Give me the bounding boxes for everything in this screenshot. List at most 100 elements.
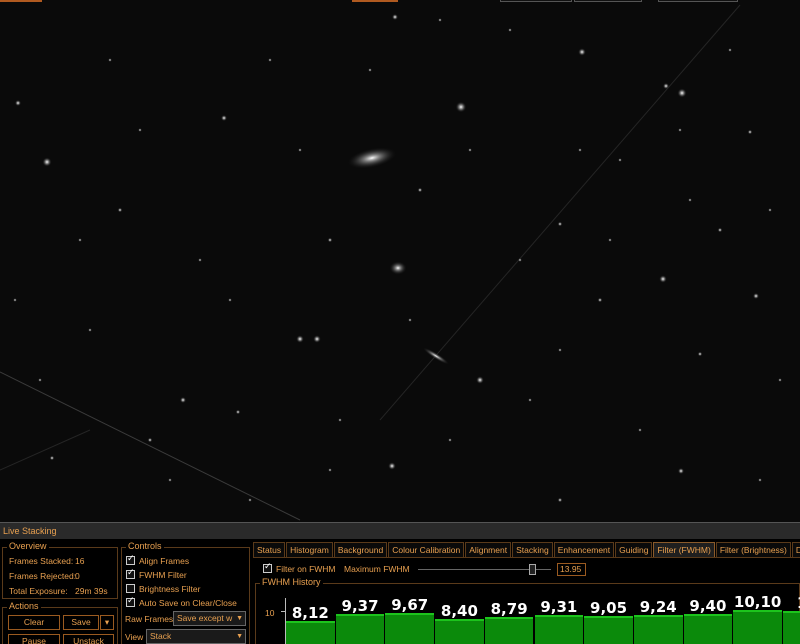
total-exposure-value: 29m 39s — [75, 586, 108, 596]
max-fwhm-slider-thumb[interactable] — [529, 564, 536, 575]
fwhm-filter-label: FWHM Filter — [139, 570, 187, 580]
tab-histogram[interactable]: Histogram — [286, 542, 333, 557]
star — [14, 99, 22, 107]
fwhm-bar — [633, 614, 683, 644]
star — [338, 418, 342, 422]
chevron-down-icon: ▼ — [236, 633, 243, 640]
star — [662, 82, 670, 90]
star — [558, 348, 562, 352]
star — [417, 187, 423, 193]
fwhm-bar-label: 8,79 — [490, 600, 528, 619]
star — [597, 297, 603, 303]
tab-filter-fwhm[interactable]: Filter (FWHM) — [653, 542, 715, 557]
fwhm-bar — [534, 614, 584, 644]
max-fwhm-value-field[interactable]: 13.95 — [557, 563, 586, 576]
controls-group: Controls Align Frames FWHM Filter Bright… — [121, 541, 250, 644]
star — [678, 128, 682, 132]
fwhm-filter-checkbox[interactable] — [126, 568, 135, 579]
tab-guiding[interactable]: Guiding — [615, 542, 653, 557]
star — [108, 58, 112, 62]
tab-enhancement[interactable]: Enhancement — [553, 542, 615, 557]
star — [38, 378, 42, 382]
align-frames-label: Align Frames — [139, 556, 190, 566]
star — [179, 396, 187, 404]
star — [313, 335, 321, 343]
star — [752, 292, 760, 300]
tab-filter-brightness[interactable]: Filter (Brightness) — [715, 542, 791, 557]
brightness-filter-label: Brightness Filter — [139, 584, 201, 594]
raw-frames-value: Save except w — [177, 613, 233, 623]
fwhm-bar — [385, 612, 435, 644]
fwhm-tab-body: Filter on FWHM Maximum FWHM 13.95 FWHM H… — [253, 557, 800, 644]
star — [448, 438, 452, 442]
star — [728, 48, 732, 52]
astro-image-viewer[interactable] — [0, 0, 800, 522]
fwhm-bar-label: 8,12 — [291, 603, 329, 622]
top-button-mid[interactable] — [352, 0, 398, 2]
star — [88, 328, 92, 332]
fwhm-bar-label: 9,67 — [391, 595, 429, 614]
raw-frames-select[interactable]: Save except w ▼ — [173, 611, 246, 626]
star — [455, 101, 467, 113]
brightness-filter-checkbox[interactable] — [126, 584, 135, 593]
star — [778, 378, 782, 382]
top-button-left[interactable] — [0, 0, 42, 2]
frames-rejected-value: 0 — [75, 571, 80, 581]
save-button[interactable]: Save — [63, 615, 99, 630]
tab-alignment[interactable]: Alignment — [465, 542, 512, 557]
view-select[interactable]: Stack ▼ — [146, 629, 246, 644]
top-field-2[interactable] — [574, 0, 642, 2]
tab-stacking[interactable]: Stacking — [512, 542, 553, 557]
star — [677, 88, 687, 98]
clear-button[interactable]: Clear — [8, 615, 60, 630]
star — [42, 157, 52, 167]
auto-save-checkbox[interactable] — [126, 596, 135, 607]
star — [618, 158, 622, 162]
fwhm-bar — [783, 611, 800, 644]
star-field — [0, 4, 782, 521]
overview-group: Overview Frames Stacked: 16 Frames Rejec… — [2, 541, 118, 599]
chevron-down-icon: ▼ — [236, 615, 243, 622]
star — [327, 237, 333, 243]
star — [758, 478, 762, 482]
star — [328, 468, 332, 472]
fwhm-bar-label: 9,24 — [639, 597, 677, 616]
fwhm-bar-label: 9,31 — [540, 597, 578, 616]
fwhm-bar-label: 10,10 — [733, 593, 782, 612]
top-field-1[interactable] — [500, 0, 572, 2]
view-value: Stack — [150, 631, 172, 641]
tab-background[interactable]: Background — [333, 542, 388, 557]
star — [476, 376, 484, 384]
tab-colour-calibration[interactable]: Colour Calibration — [388, 542, 465, 557]
tab-status[interactable]: Status — [253, 542, 286, 557]
star — [368, 68, 372, 72]
panel-title: Live Stacking — [0, 523, 800, 539]
star — [298, 148, 302, 152]
fwhm-bar-chart: 8,12 9,37 9,67 8,40 8,79 9,31 9,05 9,24 9,40 10,1… — [256, 584, 800, 644]
star — [638, 428, 642, 432]
star — [296, 335, 304, 343]
star — [78, 238, 82, 242]
save-dropdown-button[interactable]: ▾ — [100, 615, 114, 630]
tab-dr[interactable]: Dr — [791, 542, 800, 557]
star — [717, 227, 723, 233]
star — [747, 129, 753, 135]
star — [768, 208, 772, 212]
star — [49, 455, 55, 461]
filter-on-fwhm-checkbox[interactable] — [263, 562, 272, 573]
fwhm-bar-label: 9,37 — [341, 597, 379, 616]
fwhm-bar — [484, 617, 534, 644]
spiral-galaxy — [346, 146, 398, 170]
frames-stacked-value: 16 — [75, 556, 85, 566]
star — [508, 28, 512, 32]
star — [438, 18, 442, 22]
fwhm-bar — [584, 615, 633, 644]
align-frames-checkbox[interactable] — [126, 554, 135, 565]
max-fwhm-label: Maximum FWHM — [344, 564, 410, 574]
frames-rejected-label: Frames Rejected: — [9, 571, 77, 581]
top-field-3[interactable] — [658, 0, 738, 2]
star — [198, 258, 202, 262]
elliptical-galaxy — [389, 261, 407, 275]
fwhm-bar — [683, 614, 733, 644]
star — [235, 409, 241, 415]
